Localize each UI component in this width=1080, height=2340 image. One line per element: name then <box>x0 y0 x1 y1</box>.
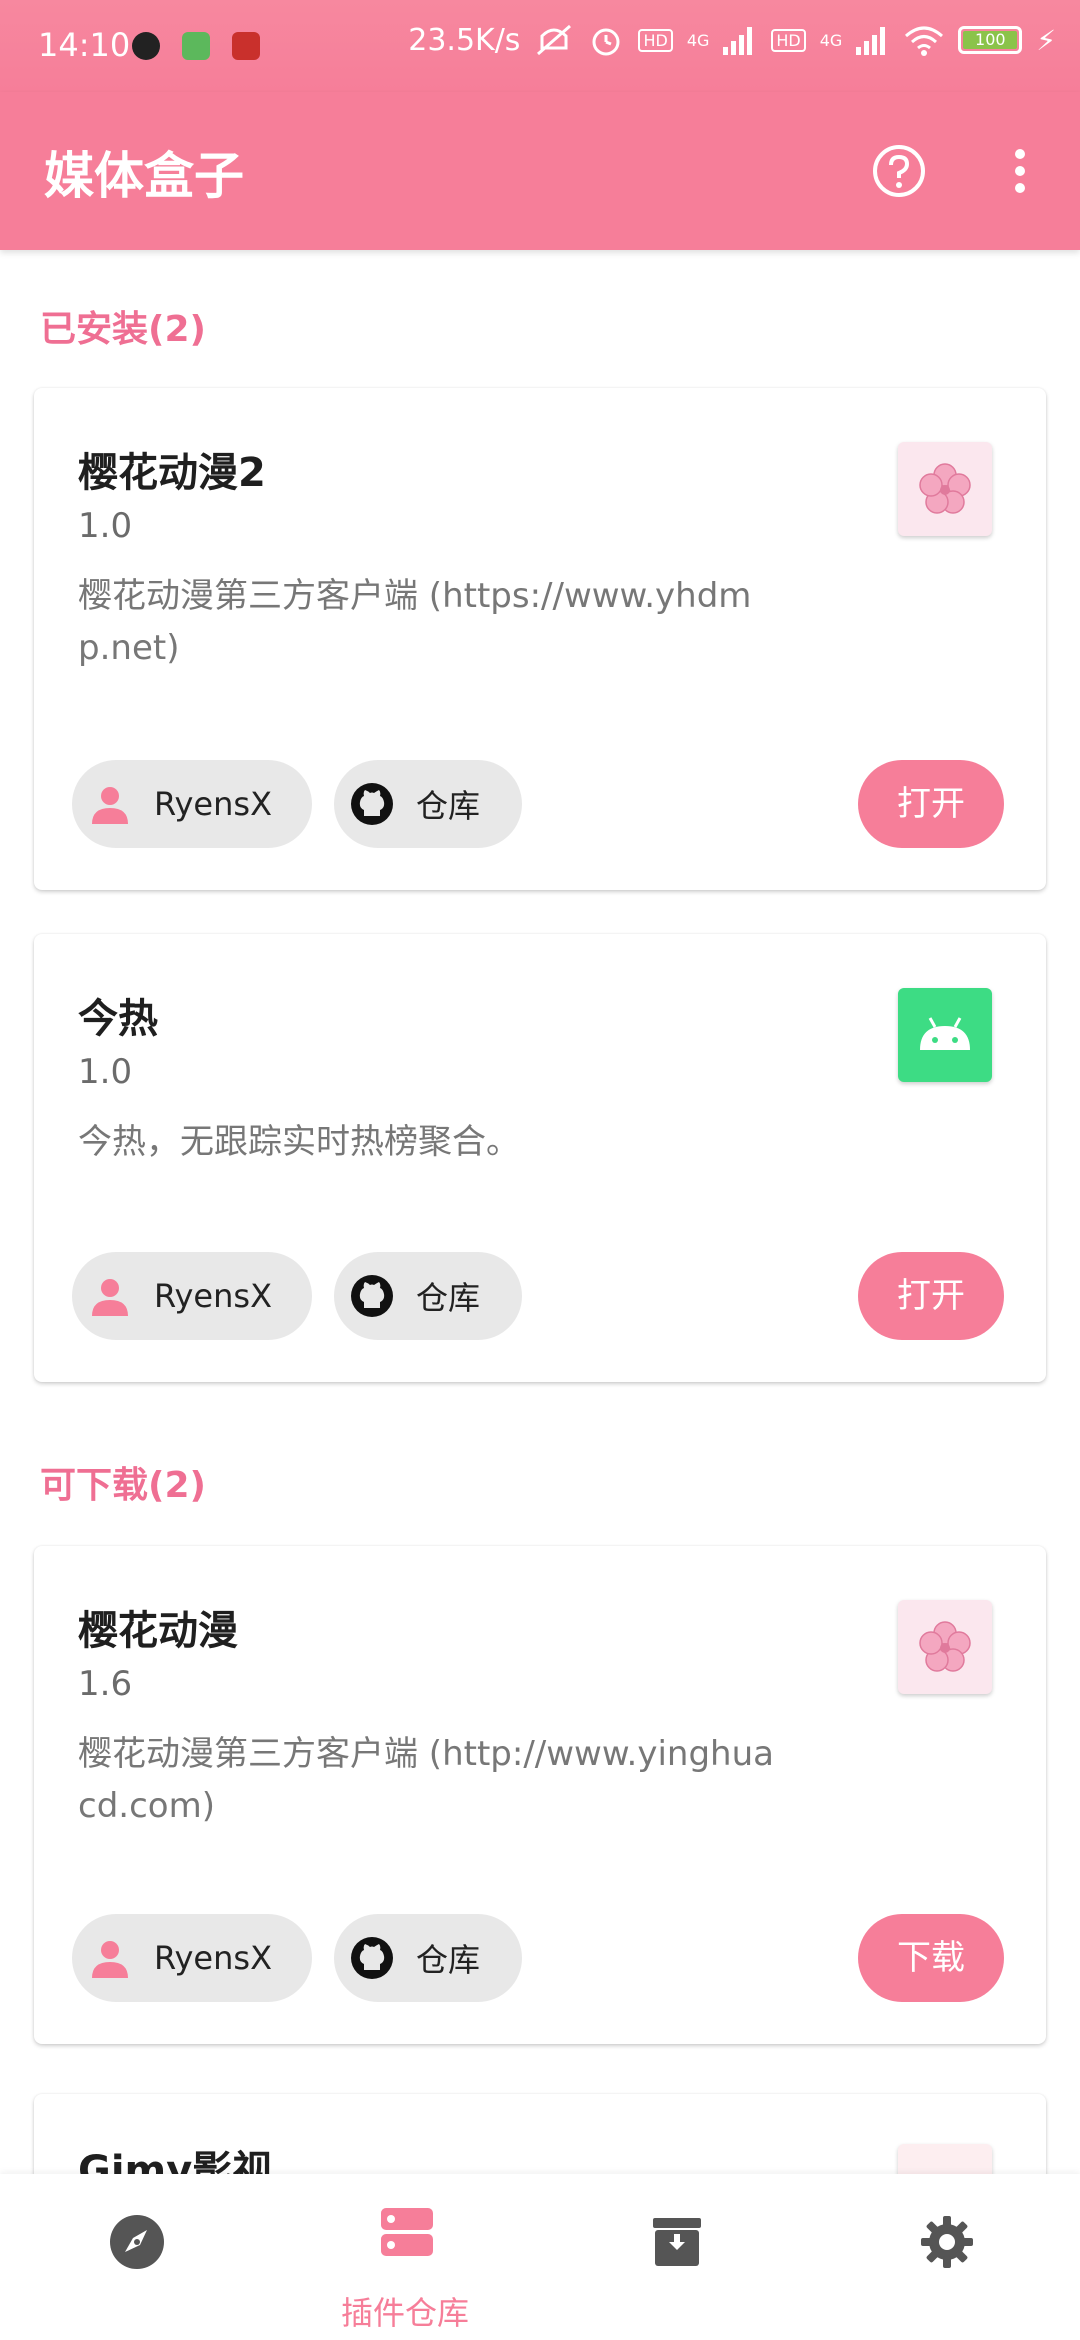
repo-chip[interactable]: 仓库 <box>334 1914 522 2002</box>
status-time: 14:10 <box>38 26 131 64</box>
bottom-navigation: 插件仓库 <box>0 2174 1080 2340</box>
plugin-card[interactable]: 今热 1.0 今热，无跟踪实时热榜聚合。 RyensX 仓库 打开 <box>34 934 1046 1382</box>
archive-icon <box>653 2218 701 2266</box>
network-type: 4G <box>686 30 710 50</box>
sakura-icon <box>898 442 992 536</box>
hd-badge: HD <box>638 28 673 52</box>
author-name: RyensX <box>154 1939 272 1977</box>
repo-label: 仓库 <box>416 1941 481 1979</box>
more-vert-icon[interactable] <box>1000 144 1040 198</box>
repo-chip[interactable]: 仓库 <box>334 760 522 848</box>
section-installed-title: 已安装(2) <box>40 309 206 350</box>
github-icon <box>351 1275 393 1317</box>
person-icon <box>92 787 128 824</box>
plugin-name: 樱花动漫2 <box>78 450 266 496</box>
nav-plugin-repo[interactable]: 插件仓库 <box>270 2174 540 2340</box>
author-name: RyensX <box>154 785 272 823</box>
page-title: 媒体盒子 <box>44 147 244 205</box>
nav-label: 插件仓库 <box>340 2294 469 2332</box>
charging-icon: ⚡ <box>1036 23 1056 57</box>
author-chip[interactable]: RyensX <box>72 1252 312 1340</box>
download-button[interactable]: 下载 <box>858 1914 1004 2002</box>
nav-discover[interactable] <box>0 2174 270 2340</box>
author-chip[interactable]: RyensX <box>72 1914 312 2002</box>
battery-level: 100 <box>963 31 1018 49</box>
open-button[interactable]: 打开 <box>858 760 1004 848</box>
author-chip[interactable]: RyensX <box>72 760 312 848</box>
sakura-icon <box>898 1600 992 1694</box>
gear-icon <box>921 2216 973 2268</box>
plugin-description: 今热，无跟踪实时热榜聚合。 <box>78 1122 520 1162</box>
nav-downloads[interactable] <box>540 2174 810 2340</box>
compass-icon <box>110 2215 164 2269</box>
github-icon <box>351 1937 393 1979</box>
plugin-version: 1.0 <box>78 506 133 546</box>
open-button[interactable]: 打开 <box>858 1252 1004 1340</box>
repo-label: 仓库 <box>416 1279 481 1317</box>
android-icon <box>898 988 992 1082</box>
plugin-name: 樱花动漫 <box>78 1608 238 1654</box>
storage-icon <box>381 2208 433 2256</box>
network-type-2: 4G <box>819 30 843 50</box>
signal-icon-2 <box>856 27 886 55</box>
plugin-card[interactable]: 樱花动漫2 1.0 樱花动漫第三方客户端 (https://www.yhdmp.… <box>34 388 1046 890</box>
plugin-name: 今热 <box>78 996 158 1042</box>
plugin-version: 1.6 <box>78 1664 133 1704</box>
app-notification-icon <box>182 32 210 60</box>
plugin-description: 樱花动漫第三方客户端 (http://www.yinghuacd.com) <box>78 1734 774 1826</box>
app-bar: 媒体盒子 <box>0 92 1080 250</box>
battery-icon: 100 <box>958 26 1023 54</box>
network-speed: 23.5K/s <box>408 22 521 58</box>
section-available-title: 可下载(2) <box>40 1465 206 1506</box>
repo-label: 仓库 <box>416 787 481 825</box>
repo-chip[interactable]: 仓库 <box>334 1252 522 1340</box>
github-icon <box>351 783 393 825</box>
alarm-icon <box>592 28 620 56</box>
plugin-card[interactable]: 樱花动漫 1.6 樱花动漫第三方客户端 (http://www.yinghuac… <box>34 1546 1046 2044</box>
mute-icon <box>537 24 572 56</box>
nav-settings[interactable] <box>810 2174 1080 2340</box>
author-name: RyensX <box>154 1277 272 1315</box>
person-icon <box>92 1941 128 1978</box>
status-bar: 14:10 23.5K/s HD 4G HD 4G 100 ⚡ <box>0 0 1080 92</box>
app-notification-icon-2 <box>232 32 260 60</box>
person-icon <box>92 1279 128 1316</box>
plugin-description: 樱花动漫第三方客户端 (https://www.yhdmp.net) <box>78 576 752 668</box>
qq-icon <box>132 32 160 60</box>
hd-badge-2: HD <box>771 28 806 52</box>
status-right: 23.5K/s HD 4G HD 4G 100 ⚡ <box>408 22 1056 58</box>
plugin-version: 1.0 <box>78 1052 133 1092</box>
help-circle-icon[interactable] <box>872 144 926 198</box>
wifi-icon <box>905 26 944 56</box>
signal-icon <box>723 27 753 55</box>
